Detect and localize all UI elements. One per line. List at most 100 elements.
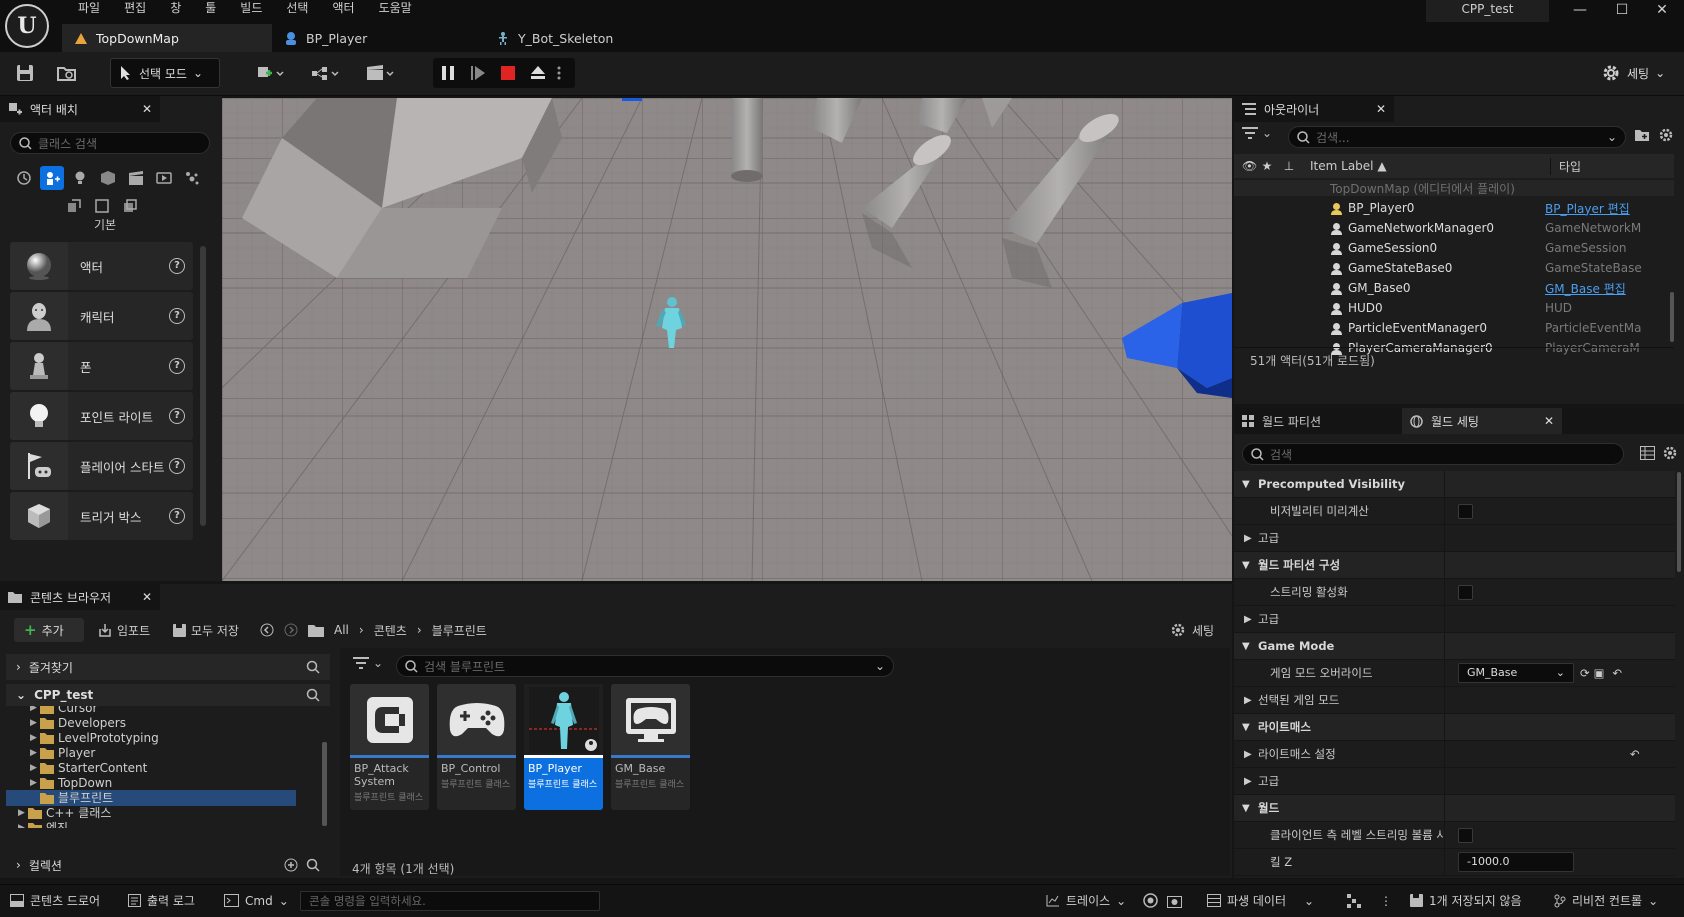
chevron-right-icon[interactable]: ▶	[30, 745, 40, 761]
actor-item-character[interactable]: 캐릭터 ?	[10, 292, 193, 340]
outliner-item-type[interactable]: GM_Base 편집	[1545, 280, 1645, 297]
search-icon[interactable]	[306, 688, 320, 702]
actor-item-pawn[interactable]: 폰 ?	[10, 342, 193, 390]
lights-category-icon[interactable]	[68, 166, 92, 190]
actor-item-trigger-box[interactable]: 트리거 박스 ?	[10, 492, 193, 540]
details-section[interactable]: ▼ Precomputed Visibility	[1234, 470, 1675, 498]
help-icon[interactable]: ?	[169, 258, 185, 274]
eject-icon[interactable]	[523, 58, 553, 88]
chevron-right-icon[interactable]: ▶	[18, 820, 28, 828]
cinematics-icon[interactable]	[360, 58, 400, 88]
folder-tree-item[interactable]: ▶ Developers	[6, 715, 296, 731]
details-section[interactable]: ▼ Game Mode	[1234, 632, 1675, 660]
add-collection-icon[interactable]	[284, 858, 298, 872]
asset-bp-control[interactable]: BP_Control 블루프린트 클래스	[437, 684, 516, 810]
visual-effects-category-icon[interactable]	[152, 166, 176, 190]
asset-bp-player[interactable]: BP_Player 블루프린트 클래스	[524, 684, 603, 810]
selection-mode-dropdown[interactable]: 선택 모드 ⌄	[110, 58, 220, 88]
tree-scrollbar[interactable]	[322, 742, 327, 826]
maximize-button[interactable]: ☐	[1602, 0, 1642, 22]
reset-icon[interactable]: ↶	[1630, 747, 1640, 761]
chevron-down-icon[interactable]: ⌄	[875, 659, 885, 673]
menu-select[interactable]: 선택	[274, 1, 320, 15]
chevron-down-icon[interactable]: ⌄	[1607, 130, 1617, 144]
tab-y-bot-skeleton[interactable]: Y_Bot_Skeleton	[484, 24, 684, 52]
details-search-input[interactable]: 검색	[1242, 443, 1624, 465]
details-property[interactable]: 비저빌리티 미리계산	[1234, 497, 1675, 525]
details-section[interactable]: ▼ 월드	[1234, 794, 1675, 822]
gear-icon[interactable]	[1662, 445, 1678, 461]
asset-bp-attack-system[interactable]: BP_Attack System 블루프린트 클래스	[350, 684, 429, 810]
help-icon[interactable]: ?	[169, 508, 185, 524]
volumes-category-icon[interactable]	[180, 166, 204, 190]
details-property[interactable]: ▶ 고급	[1234, 605, 1675, 633]
more-options-icon[interactable]	[553, 58, 565, 88]
gear-icon[interactable]	[1658, 127, 1674, 143]
kill-z-input[interactable]: -1000.0	[1458, 852, 1574, 872]
shapes-category-icon[interactable]	[96, 166, 120, 190]
folder-icon[interactable]	[308, 624, 324, 637]
details-section[interactable]: ▼ 라이트매스	[1234, 713, 1675, 741]
tab-topdownmap[interactable]: TopDownMap	[62, 24, 272, 52]
tab-world-partition[interactable]: 월드 파티션	[1234, 413, 1402, 430]
pin-icon[interactable]: ⊥	[1278, 159, 1300, 173]
place-instance-icon[interactable]	[118, 194, 142, 218]
details-property[interactable]: 게임 모드 오버라이드 GM_Base ⌄ ⟳ ▣ ↶	[1234, 659, 1675, 687]
outliner-item-type[interactable]: BP_Player 편집	[1545, 200, 1645, 217]
use-selected-icon[interactable]: ⟳	[1580, 666, 1590, 680]
settings-button[interactable]: 세팅 ⌄	[1601, 58, 1665, 88]
filter-button[interactable]: ⌄	[1242, 126, 1272, 140]
screenshot-icon[interactable]	[1167, 884, 1182, 917]
all-classes-icon[interactable]	[62, 194, 86, 218]
browse-content-icon[interactable]	[52, 58, 82, 88]
outliner-row[interactable]: ParticleEventManager0 ParticleEventMa	[1234, 318, 1670, 338]
cinematic-category-icon[interactable]	[124, 166, 148, 190]
forward-icon[interactable]	[284, 623, 298, 637]
table-view-icon[interactable]	[1640, 446, 1655, 460]
add-actor-icon[interactable]	[250, 58, 290, 88]
folder-tree-item[interactable]: 블루프린트	[6, 790, 296, 806]
unreal-logo-icon[interactable]: U	[5, 4, 49, 48]
record-icon[interactable]	[1143, 884, 1158, 917]
import-button[interactable]: 임포트	[98, 618, 150, 642]
star-icon[interactable]: ★	[1256, 159, 1278, 173]
column-item-label[interactable]: Item Label ▲	[1300, 159, 1550, 173]
menu-window[interactable]: 창	[158, 1, 193, 15]
search-icon[interactable]	[306, 858, 320, 872]
property-checkbox[interactable]	[1458, 827, 1473, 843]
place-actors-scrollbar[interactable]	[200, 246, 206, 526]
content-browser-tab[interactable]: 콘텐츠 브라우저 ✕	[0, 584, 160, 610]
outliner-root-row[interactable]: TopDownMap (에디터에서 플레이)	[1234, 180, 1674, 196]
actor-item-actor[interactable]: 액터 ?	[10, 242, 193, 290]
stop-icon[interactable]	[493, 58, 523, 88]
minimize-button[interactable]: —	[1560, 0, 1600, 22]
actor-item-point-light[interactable]: 포인트 라이트 ?	[10, 392, 193, 440]
outliner-row[interactable]: HUD0 HUD	[1234, 298, 1670, 318]
close-icon[interactable]: ✕	[1544, 414, 1554, 428]
details-scrollbar[interactable]	[1677, 472, 1681, 572]
tab-world-settings[interactable]: 월드 세팅 ✕	[1402, 408, 1562, 434]
search-icon[interactable]	[306, 660, 320, 674]
close-icon[interactable]: ✕	[142, 590, 152, 604]
menu-edit[interactable]: 편집	[112, 1, 158, 15]
folder-tree-item[interactable]: ▶ LevelPrototyping	[6, 730, 296, 746]
place-box-icon[interactable]	[90, 194, 114, 218]
chevron-right-icon[interactable]: ▶	[30, 730, 40, 746]
save-icon[interactable]	[10, 58, 40, 88]
asset-search-input[interactable]: 검색 블루프린트 ⌄	[396, 655, 894, 677]
place-actors-tab[interactable]: 액터 배치 ✕	[0, 96, 160, 122]
chevron-right-icon[interactable]: ▶	[18, 805, 28, 821]
reset-icon[interactable]: ↶	[1613, 666, 1623, 680]
folder-tree-item[interactable]: ▶ TopDown	[6, 775, 296, 791]
details-property[interactable]: 킬 Z -1000.0	[1234, 848, 1675, 876]
class-search-input[interactable]: 클래스 검색	[10, 132, 210, 154]
column-type[interactable]: 타입	[1550, 157, 1581, 175]
outliner-row[interactable]: GameNetworkManager0 GameNetworkM	[1234, 218, 1670, 238]
help-icon[interactable]: ?	[169, 308, 185, 324]
pause-icon[interactable]	[433, 58, 463, 88]
browse-icon[interactable]: ▣	[1594, 666, 1605, 680]
more-options-icon[interactable]: ⋮	[1380, 884, 1392, 917]
folder-tree-item[interactable]: ▶ StarterContent	[6, 760, 296, 776]
property-checkbox[interactable]	[1458, 584, 1473, 600]
property-checkbox[interactable]	[1458, 503, 1473, 519]
